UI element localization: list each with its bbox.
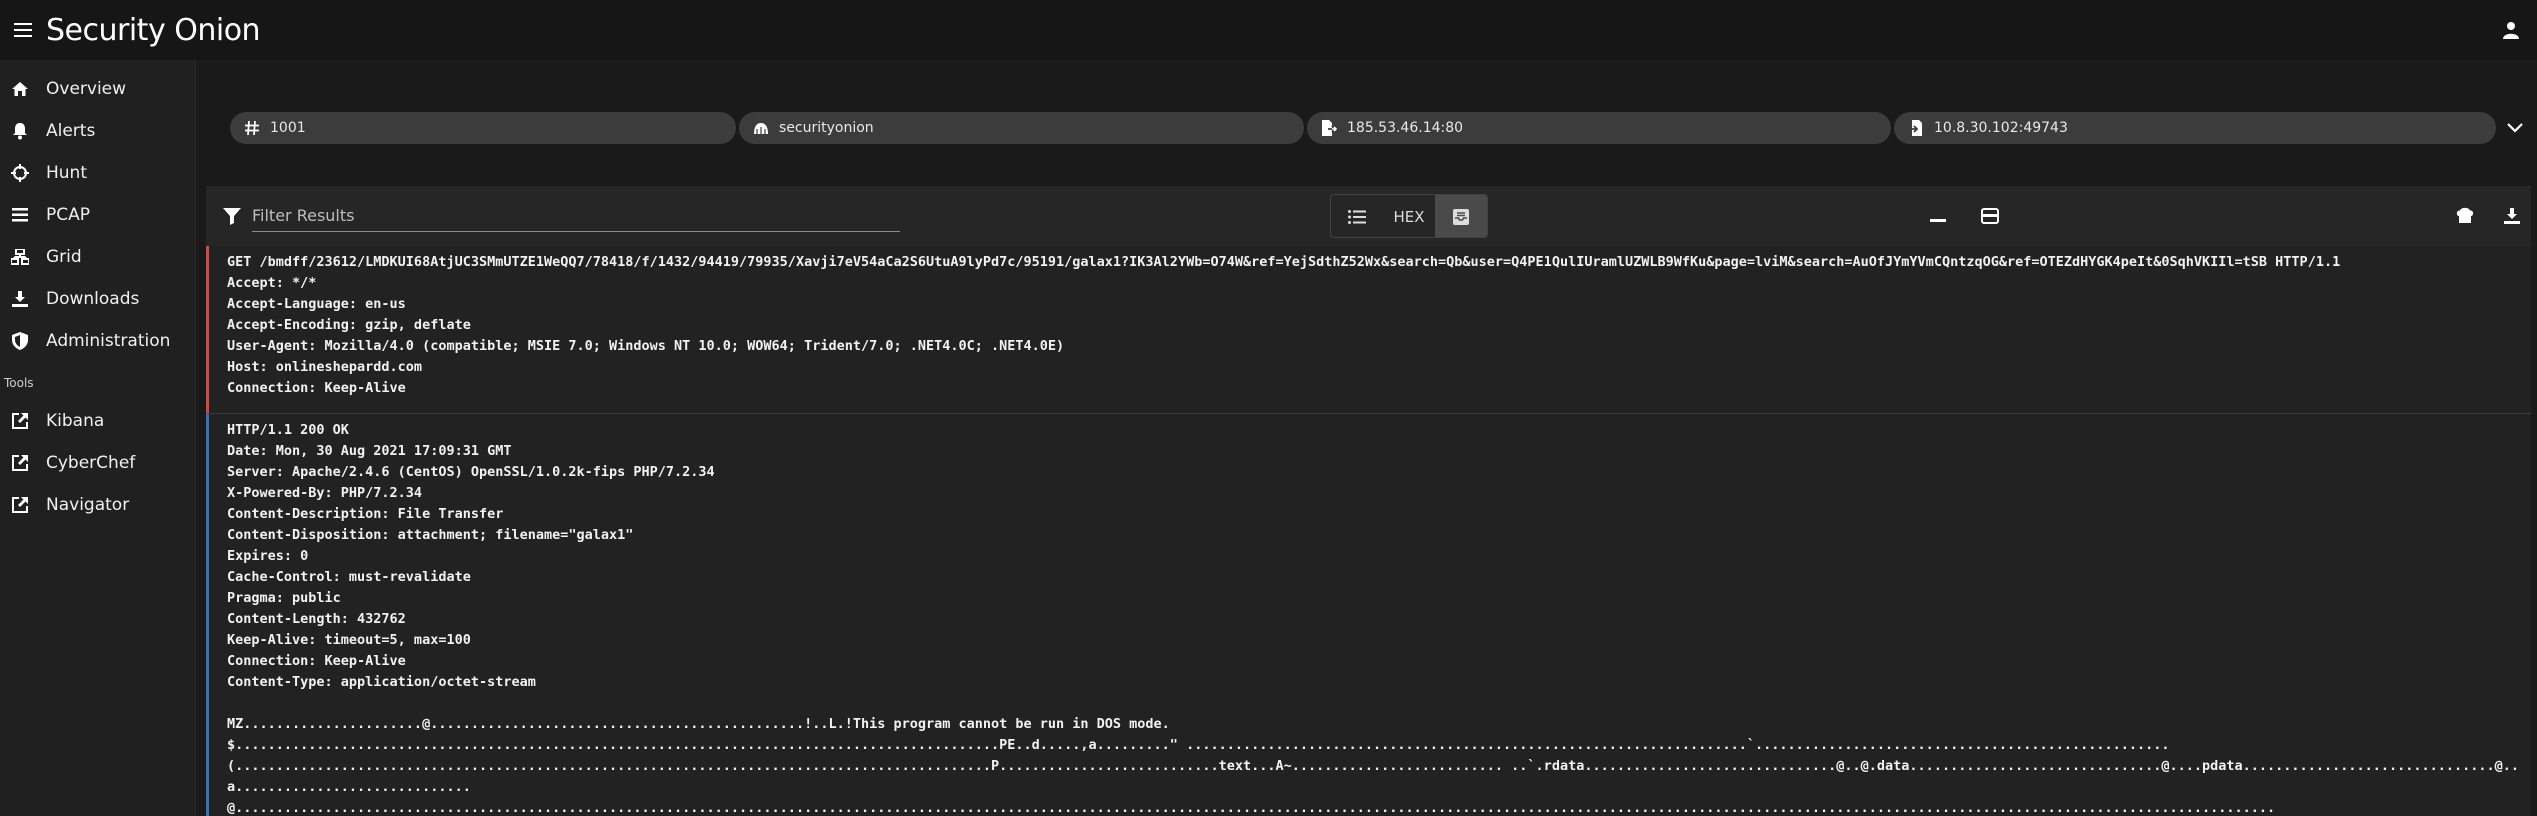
sidebar-item-label: Downloads (46, 289, 140, 309)
main-panel: 1001 securityonion 185.53.46.14:80 10.8.… (196, 60, 2537, 816)
app-name: Security Onion (46, 12, 261, 48)
external-link-icon (10, 411, 30, 431)
sidebar-item-label: Alerts (46, 121, 96, 141)
response-block: HTTP/1.1 200 OK Date: Mon, 30 Aug 2021 1… (206, 413, 2531, 816)
hash-icon (244, 120, 260, 136)
request-line: Accept-Encoding: gzip, deflate (227, 317, 471, 333)
destination-icon (1908, 120, 1924, 136)
collapse-icon[interactable] (1922, 200, 1954, 232)
external-link-icon (10, 495, 30, 515)
response-line: Content-Disposition: attachment; filenam… (227, 527, 634, 543)
grid-icon (10, 247, 30, 267)
crosshair-icon (10, 163, 30, 183)
response-line: Date: Mon, 30 Aug 2021 17:09:31 GMT (227, 443, 512, 459)
list-view-button[interactable] (1331, 195, 1383, 237)
sidebar-item-label: Kibana (46, 411, 105, 431)
chip-label: 185.53.46.14:80 (1347, 120, 1464, 136)
response-line: Pragma: public (227, 590, 341, 606)
transcript-view-button[interactable] (1435, 195, 1487, 237)
response-line: X-Powered-By: PHP/7.2.34 (227, 485, 423, 501)
sidebar-item-alerts[interactable]: Alerts (0, 110, 195, 152)
sensor-icon (753, 120, 769, 136)
sidebar-item-label: Administration (46, 331, 171, 351)
request-line: Accept-Language: en-us (227, 296, 406, 312)
request-line: GET /bmdff/23612/LMDKUI68AtjUC3SMmUTZE1W… (227, 254, 2341, 270)
response-line: Connection: Keep-Alive (227, 653, 406, 669)
sidebar-item-label: CyberChef (46, 453, 136, 473)
transcript-content: GET /bmdff/23612/LMDKUI68AtjUC3SMmUTZE1W… (206, 246, 2531, 816)
connection-summary: 1001 securityonion 185.53.46.14:80 10.8.… (230, 112, 2530, 144)
bell-icon (10, 121, 30, 141)
payload-line: (.......................................… (227, 758, 2520, 774)
request-line: Connection: Keep-Alive (227, 380, 406, 396)
sidebar-item-downloads[interactable]: Downloads (0, 278, 195, 320)
home-icon (10, 79, 30, 99)
filter-icon (222, 206, 242, 226)
response-line: Expires: 0 (227, 548, 309, 564)
expand-panel-icon[interactable] (1974, 200, 2006, 232)
payload-line: MZ......................@...............… (227, 716, 1170, 732)
response-line: Content-Type: application/octet-stream (227, 674, 536, 690)
response-line: Cache-Control: must-revalidate (227, 569, 471, 585)
chip-label: securityonion (779, 120, 874, 136)
source-icon (1321, 120, 1337, 136)
list-view-icon (1348, 210, 1366, 224)
chip-label: 1001 (270, 120, 306, 136)
sidebar-item-label: PCAP (46, 205, 91, 225)
filter-results-input[interactable] (252, 200, 900, 232)
chip-source: 185.53.46.14:80 (1307, 112, 1891, 144)
sidebar-item-kibana[interactable]: Kibana (0, 400, 195, 442)
hex-view-button[interactable]: HEX (1383, 195, 1435, 237)
download-icon (10, 289, 30, 309)
response-line: Keep-Alive: timeout=5, max=100 (227, 632, 471, 648)
sidebar-item-label: Hunt (46, 163, 87, 183)
chip-sensor: securityonion (739, 112, 1304, 144)
results-toolbar: HEX (206, 186, 2531, 246)
sidebar-item-label: Navigator (46, 495, 130, 515)
top-bar: Security Onion (0, 0, 2537, 60)
sidebar-item-hunt[interactable]: Hunt (0, 152, 195, 194)
hamburger-menu-icon[interactable] (0, 0, 46, 60)
chip-id: 1001 (230, 112, 736, 144)
sidebar: Overview Alerts Hunt PCAP Grid Downloads… (0, 60, 196, 816)
user-account-icon[interactable] (2495, 14, 2527, 46)
sidebar-item-overview[interactable]: Overview (0, 68, 195, 110)
chip-destination: 10.8.30.102:49743 (1894, 112, 2496, 144)
sidebar-item-label: Overview (46, 79, 127, 99)
inbox-icon (1452, 208, 1470, 226)
list-icon (10, 205, 30, 225)
request-block: GET /bmdff/23612/LMDKUI68AtjUC3SMmUTZE1W… (206, 246, 2531, 413)
chevron-down-icon[interactable] (2503, 116, 2527, 140)
payload-line: @.......................................… (227, 800, 2276, 816)
sidebar-item-label: Grid (46, 247, 82, 267)
sidebar-item-cyberchef[interactable]: CyberChef (0, 442, 195, 484)
download-pcap-icon[interactable] (2496, 200, 2528, 232)
payload-line: a............................. (227, 779, 471, 795)
payload-line: $.......................................… (227, 737, 2170, 753)
view-mode-toggle: HEX (1330, 194, 1488, 238)
tools-heading: Tools (4, 376, 34, 390)
chip-label: 10.8.30.102:49743 (1934, 120, 2068, 136)
request-line: Host: onlineshepardd.com (227, 359, 423, 375)
response-line: HTTP/1.1 200 OK (227, 422, 349, 438)
sidebar-item-navigator[interactable]: Navigator (0, 484, 195, 526)
response-line: Content-Description: File Transfer (227, 506, 504, 522)
sidebar-item-administration[interactable]: Administration (0, 320, 195, 362)
sidebar-item-grid[interactable]: Grid (0, 236, 195, 278)
shield-icon (10, 331, 30, 351)
external-link-icon (10, 453, 30, 473)
sidebar-item-pcap[interactable]: PCAP (0, 194, 195, 236)
request-line: User-Agent: Mozilla/4.0 (compatible; MSI… (227, 338, 1065, 354)
response-line: Content-Length: 432762 (227, 611, 406, 627)
request-line: Accept: */* (227, 275, 317, 291)
cyberchef-icon[interactable] (2449, 200, 2481, 232)
app-logo[interactable]: Security Onion (46, 12, 261, 48)
response-line: Server: Apache/2.4.6 (CentOS) OpenSSL/1.… (227, 464, 715, 480)
